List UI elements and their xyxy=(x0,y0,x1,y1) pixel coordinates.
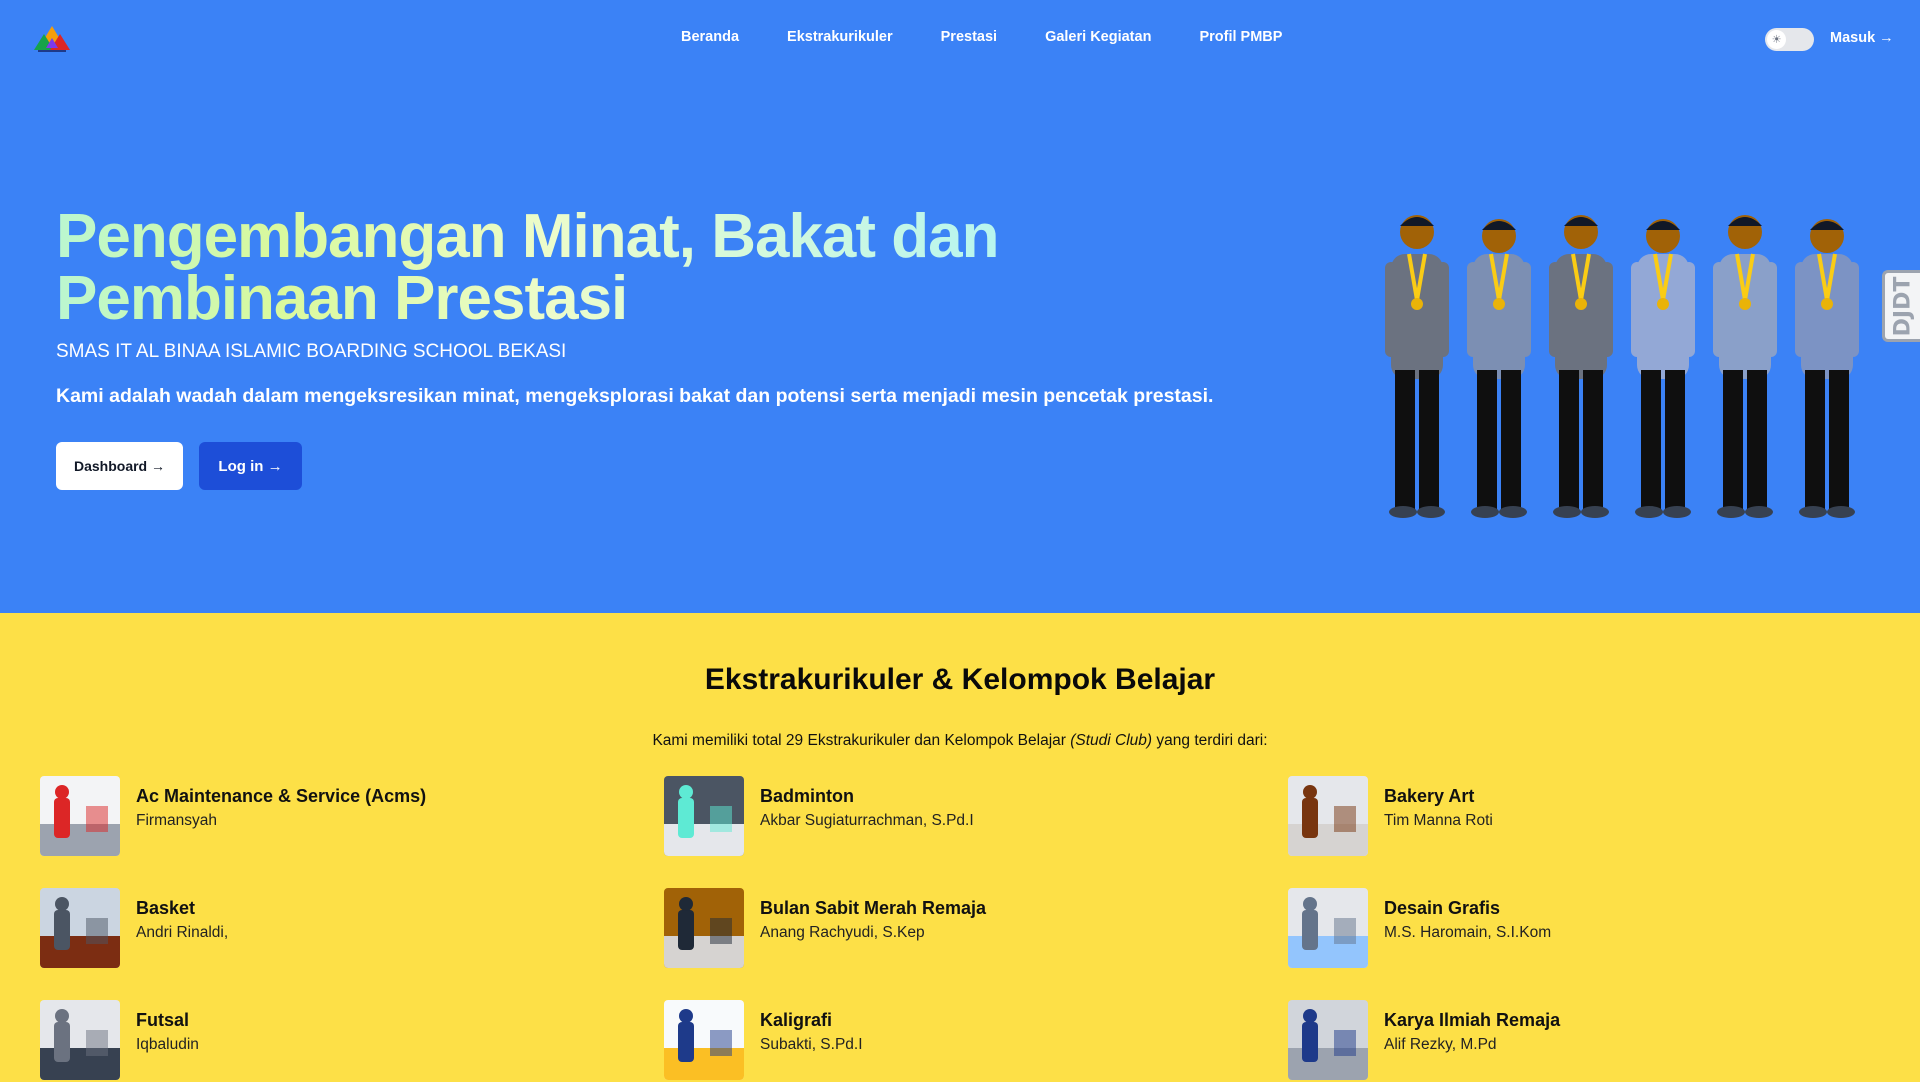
activity-mentor: Tim Manna Roti xyxy=(1384,812,1493,829)
activity-name: Futsal xyxy=(136,1010,190,1030)
activity-card[interactable]: Futsal Iqbaludin xyxy=(40,1000,620,1082)
hero-description: Kami adalah wadah dalam mengeksresikan m… xyxy=(56,385,1214,407)
activity-thumbnail xyxy=(664,888,744,968)
nav-link-galeri-kegiatan[interactable]: Galeri Kegiatan xyxy=(1045,29,1151,45)
students-photo xyxy=(1385,215,1859,518)
activity-mentor: Anang Rachyudi, S.Kep xyxy=(760,924,925,941)
activity-thumbnail xyxy=(1288,888,1368,968)
school-logo-icon[interactable] xyxy=(34,24,70,54)
debug-toolbar-handle[interactable]: DJDT xyxy=(1882,270,1920,342)
activity-name: Desain Grafis xyxy=(1384,898,1501,918)
activity-mentor: Firmansyah xyxy=(136,812,217,829)
student-figure xyxy=(1795,219,1859,518)
activity-thumbnail xyxy=(40,1000,120,1080)
student-figure xyxy=(1467,219,1531,518)
hero-title: Pengembangan Minat, Bakat dan Pembinaan … xyxy=(56,206,1156,330)
activity-card[interactable]: Desain Grafis M.S. Haromain, S.I.Kom xyxy=(1288,888,1868,970)
student-figure xyxy=(1713,215,1777,518)
activity-name: Karya Ilmiah Remaja xyxy=(1384,1010,1561,1030)
activity-mentor: Iqbaludin xyxy=(136,1036,199,1053)
activity-mentor: M.S. Haromain, S.I.Kom xyxy=(1384,924,1552,941)
nav-link-profil-pmbp[interactable]: Profil PMBP xyxy=(1199,29,1282,45)
activity-card[interactable]: Basket Andri Rinaldi, xyxy=(40,888,620,970)
activity-thumbnail xyxy=(664,776,744,856)
activity-name: Badminton xyxy=(760,786,854,806)
masuk-link[interactable]: Masuk → xyxy=(1830,30,1894,46)
activity-name: Basket xyxy=(136,898,196,918)
activity-card[interactable]: Kaligrafi Subakti, S.Pd.I xyxy=(664,1000,1244,1082)
activity-card[interactable]: Karya Ilmiah Remaja Alif Rezky, M.Pd xyxy=(1288,1000,1868,1082)
activity-name: Bulan Sabit Merah Remaja xyxy=(760,898,987,918)
activity-mentor: Andri Rinaldi, xyxy=(136,924,229,941)
login-button[interactable]: Log in → xyxy=(199,442,302,490)
section-title: Ekstrakurikuler & Kelompok Belajar xyxy=(704,663,1216,696)
activity-name: Bakery Art xyxy=(1384,786,1475,806)
student-figure xyxy=(1385,215,1449,518)
nav-link-ekstrakurikuler[interactable]: Ekstrakurikuler xyxy=(787,29,893,45)
theme-toggle[interactable]: ☀ xyxy=(1765,28,1814,51)
activity-card[interactable]: Ac Maintenance & Service (Acms) Firmansya… xyxy=(40,776,620,858)
activity-card[interactable]: Bakery Art Tim Manna Roti xyxy=(1288,776,1868,858)
sun-icon: ☀ xyxy=(1767,30,1786,49)
nav-link-beranda[interactable]: Beranda xyxy=(681,29,739,45)
activity-thumbnail xyxy=(40,888,120,968)
activity-card[interactable]: Bulan Sabit Merah Remaja Anang Rachyudi, … xyxy=(664,888,1244,970)
activity-thumbnail xyxy=(1288,1000,1368,1080)
activity-thumbnail xyxy=(664,1000,744,1080)
dashboard-button[interactable]: Dashboard → xyxy=(56,442,183,490)
top-navigation: Beranda Ekstrakurikuler Prestasi Galeri Keg… xyxy=(0,29,1920,51)
activity-thumbnail xyxy=(40,776,120,856)
student-figure xyxy=(1631,219,1695,518)
activity-mentor: Subakti, S.Pd.I xyxy=(760,1036,863,1053)
student-figure xyxy=(1549,215,1613,518)
activity-thumbnail xyxy=(1288,776,1368,856)
activity-mentor: Alif Rezky, M.Pd xyxy=(1384,1036,1497,1053)
section-intro: Kami memiliki total 29 Ekstrakurikuler d… xyxy=(652,732,1268,749)
activity-name: Kaligrafi xyxy=(760,1010,833,1030)
activity-card[interactable]: Badminton Akbar Sugiaturrachman, S.Pd.I xyxy=(664,776,1244,858)
nav-link-prestasi[interactable]: Prestasi xyxy=(941,29,997,45)
activity-mentor: Akbar Sugiaturrachman, S.Pd.I xyxy=(760,812,974,829)
activity-name: Ac Maintenance & Service (Acms) xyxy=(136,786,427,806)
nav-links: Beranda Ekstrakurikuler Prestasi Galeri Keg… xyxy=(681,29,1282,45)
hero-subtitle: SMAS IT AL BINAA ISLAMIC BOARDING SCHOOL… xyxy=(56,341,567,362)
extracurricular-section: Ekstrakurikuler & Kelompok Belajar Kami … xyxy=(0,613,1920,1080)
hero-section: Beranda Ekstrakurikuler Prestasi Galeri Keg… xyxy=(0,0,1920,613)
